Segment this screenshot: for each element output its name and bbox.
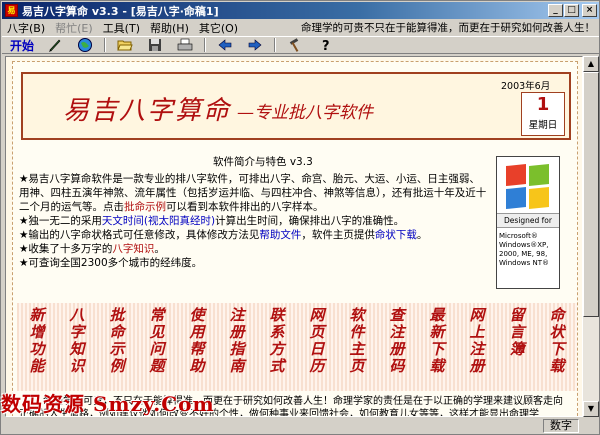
- designed-for-label: Designed for: [497, 213, 559, 228]
- watermark-logo: 数码资源 Smzy.Com: [1, 392, 215, 416]
- help-icon[interactable]: ?: [314, 37, 336, 53]
- feature-item: ★可查询全国2300多个城市的经纬度。: [19, 257, 203, 269]
- feature-item: ★易吉八字算命软件是一款专业的排八字软件，可排出八字、命宫、胎元、大运、小运、日…: [19, 172, 489, 214]
- feature-text: 。: [416, 229, 428, 241]
- window-title: 易吉八字算命 v3.3 - [易吉八字·命稿1]: [22, 4, 219, 18]
- menu-bazi[interactable]: 八字(B): [2, 20, 50, 36]
- maximize-button[interactable]: □: [564, 4, 579, 17]
- back-arrow-icon[interactable]: [214, 37, 236, 53]
- save-icon[interactable]: [144, 37, 166, 53]
- nav-web-calendar[interactable]: 网页日历: [307, 307, 328, 391]
- scroll-down-icon[interactable]: ▼: [583, 401, 599, 417]
- folder-open-icon[interactable]: [114, 37, 136, 53]
- toolbar-separator: [204, 38, 207, 52]
- calendar-day: 1: [536, 94, 550, 115]
- menu-other[interactable]: 其它(O): [194, 20, 243, 36]
- feature-text: 计算出生时间，确保排出八字的准确性。: [215, 215, 405, 227]
- nav-homepage[interactable]: 软件主页: [347, 307, 368, 391]
- nav-usage-help[interactable]: 使用帮助: [187, 307, 208, 391]
- nav-check-code[interactable]: 查注册码: [387, 307, 408, 391]
- nav-samples[interactable]: 批命示例: [107, 307, 128, 391]
- nav-faq[interactable]: 常见问题: [147, 307, 168, 391]
- scroll-up-icon[interactable]: ▲: [583, 56, 599, 72]
- status-numlock: 数字: [543, 419, 579, 433]
- os-line: Microsoft®: [499, 232, 538, 240]
- feature-item: ★输出的八字命状格式可任意修改，具体修改方法见帮助文件，软件主页提供命状下载。: [19, 228, 489, 242]
- feature-text: ★独一无二的采用: [19, 215, 102, 227]
- feature-text: 可以看到本软件排出的八字样本。: [166, 201, 324, 213]
- status-bar: 数字: [2, 418, 599, 434]
- menu-bar: 八字(B) 帮忙(E) 工具(T) 帮助(H) 其它(O) 命理学的可贵不只在于…: [2, 20, 599, 36]
- calendar-box: 1 星期日: [521, 92, 565, 136]
- template-download-link[interactable]: 命状下载: [375, 229, 417, 241]
- intro-title: 软件简介与特色 v3.3: [213, 156, 313, 168]
- toolbar: 开始 ?: [2, 36, 599, 54]
- marquee-text: 命理学的可贵不只在于能算得准，而更在于研究如何改善人生！: [301, 22, 595, 34]
- feature-item: ★收集了十多万字的八字知识。: [19, 242, 489, 256]
- nav-guestbook[interactable]: 留言簿: [507, 307, 528, 391]
- menu-edit[interactable]: 帮忙(E): [50, 20, 98, 36]
- windows-logo-badge: Designed for Microsoft® Windows®XP, 2000…: [496, 156, 560, 289]
- menu-help[interactable]: 帮助(H): [145, 20, 194, 36]
- calendar-year-month: 2003年6月: [501, 81, 551, 92]
- os-line: Windows®XP,: [499, 241, 549, 249]
- close-button[interactable]: ×: [582, 4, 597, 17]
- nav-latest-download[interactable]: 最新下载: [427, 307, 448, 391]
- feature-text: ，软件主页提供: [301, 229, 375, 241]
- nav-new-features[interactable]: 新增功能: [27, 307, 48, 391]
- vertical-scrollbar[interactable]: ▲ ▼: [583, 56, 599, 417]
- menu-tools[interactable]: 工具(T): [98, 20, 145, 36]
- solar-time-link[interactable]: (视太阳真经时): [144, 215, 215, 227]
- app-icon[interactable]: 易: [5, 4, 18, 17]
- forward-arrow-icon[interactable]: [244, 37, 266, 53]
- help-file-link[interactable]: 帮助文件: [259, 229, 301, 241]
- globe-icon[interactable]: [74, 37, 96, 53]
- logo-subtitle: —专业批八字软件: [237, 103, 373, 123]
- os-line: 2000, ME, 98,: [499, 250, 548, 258]
- hammer-icon[interactable]: [284, 37, 306, 53]
- feature-item: ★独一无二的采用天文时间(视太阳真经时)计算出生时间，确保排出八字的准确性。: [19, 214, 489, 228]
- nav-register-guide[interactable]: 注册指南: [227, 307, 248, 391]
- feature-text: ★收集了十多万字的: [19, 243, 113, 255]
- astro-time-link[interactable]: 天文时间: [102, 215, 144, 227]
- nav-bazi-knowledge[interactable]: 八字知识: [67, 307, 88, 391]
- svg-text:?: ?: [322, 39, 330, 53]
- sample-link[interactable]: 批命示例: [124, 201, 166, 213]
- scroll-thumb[interactable]: [583, 72, 599, 317]
- start-button[interactable]: 开始: [2, 37, 40, 54]
- toolbar-separator: [104, 38, 107, 52]
- feature-text: 。: [154, 243, 165, 255]
- logo-title: 易吉八字算命: [63, 96, 232, 126]
- document-view[interactable]: 易吉八字算命 —专业批八字软件 2003年6月 1 星期日 软件简介与特色 v3…: [5, 56, 583, 417]
- minimize-button[interactable]: _: [548, 4, 563, 17]
- nav-template-download[interactable]: 命状下载: [547, 307, 568, 391]
- calendar-weekday: 星期日: [528, 120, 558, 131]
- nav-banner-strip: 新增功能 八字知识 批命示例 常见问题 使用帮助 注册指南 联系方式 网页日历 …: [17, 303, 577, 391]
- pencil-icon[interactable]: [44, 37, 66, 53]
- print-icon[interactable]: [174, 37, 196, 53]
- title-bar[interactable]: 易 易吉八字算命 v3.3 - [易吉八字·命稿1] _ □ ×: [2, 2, 599, 19]
- toolbar-separator: [274, 38, 277, 52]
- main-window: 易 易吉八字算命 v3.3 - [易吉八字·命稿1] _ □ × 八字(B) 帮…: [0, 0, 600, 435]
- nav-online-register[interactable]: 网上注册: [467, 307, 488, 391]
- home-page: 易吉八字算命 —专业批八字软件 2003年6月 1 星期日 软件简介与特色 v3…: [12, 61, 578, 416]
- feature-text: ★输出的八字命状格式可任意修改，具体修改方法见: [19, 229, 260, 241]
- os-line: Windows NT®: [499, 259, 549, 267]
- windows-flag-icon: [506, 163, 550, 210]
- nav-contact[interactable]: 联系方式: [267, 307, 288, 391]
- header-banner: 易吉八字算命 —专业批八字软件 2003年6月 1 星期日: [21, 72, 571, 140]
- knowledge-link[interactable]: 八字知识: [112, 243, 154, 255]
- feature-list: ★易吉八字算命软件是一款专业的排八字软件，可排出八字、命宫、胎元、大运、小运、日…: [19, 172, 489, 270]
